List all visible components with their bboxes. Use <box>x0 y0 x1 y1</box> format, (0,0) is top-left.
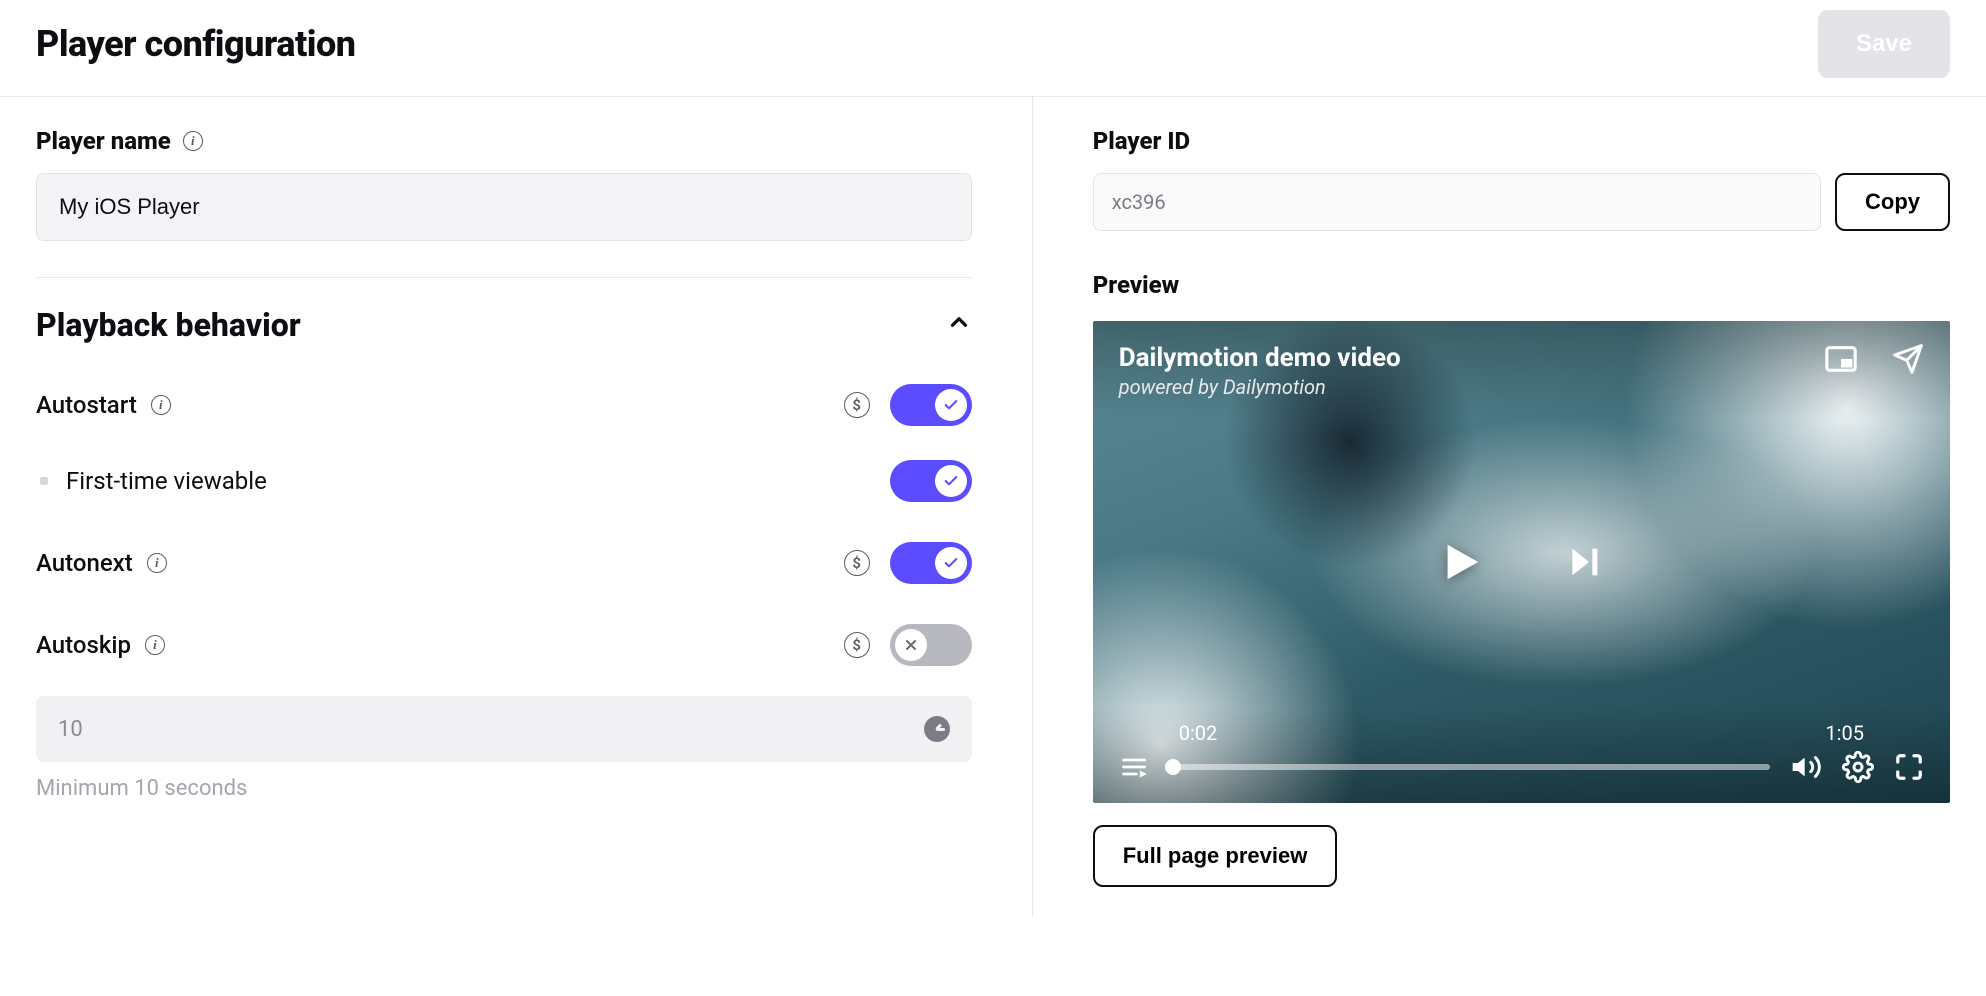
autoskip-label: Autoskip <box>36 631 131 659</box>
preview-label: Preview <box>1093 271 1950 299</box>
row-autonext: Autonext i $ <box>36 542 972 584</box>
chevron-up-icon <box>946 309 972 342</box>
autoskip-hint: Minimum 10 seconds <box>36 776 972 801</box>
save-button[interactable]: Save <box>1818 10 1950 78</box>
bullet-icon <box>40 477 48 485</box>
autoskip-value: 10 <box>58 717 83 742</box>
info-icon[interactable]: i <box>147 553 167 573</box>
autostart-toggle[interactable] <box>890 384 972 426</box>
time-total: 1:05 <box>1825 721 1864 745</box>
page-title: Player configuration <box>36 23 356 65</box>
player-name-input[interactable] <box>59 194 949 220</box>
autonext-label: Autonext <box>36 549 133 577</box>
playback-accordion-head[interactable]: Playback behavior <box>36 306 972 344</box>
clock-icon <box>924 716 950 742</box>
pip-icon[interactable] <box>1824 344 1858 374</box>
playback-title: Playback behavior <box>36 306 301 344</box>
player-name-label: Player name i <box>36 127 972 155</box>
autonext-toggle[interactable] <box>890 542 972 584</box>
divider <box>36 277 972 278</box>
row-autoskip: Autoskip i $ <box>36 624 972 666</box>
player-id-field[interactable]: xc396 <box>1093 173 1821 231</box>
dollar-icon[interactable]: $ <box>844 392 870 418</box>
volume-icon[interactable] <box>1790 751 1822 783</box>
autoskip-seconds-input: 10 <box>36 696 972 762</box>
copy-button[interactable]: Copy <box>1835 173 1950 231</box>
video-title: Dailymotion demo video <box>1119 343 1401 373</box>
progress-bar[interactable] <box>1169 764 1770 770</box>
player-id-label: Player ID <box>1093 127 1950 155</box>
dollar-icon[interactable]: $ <box>844 550 870 576</box>
topbar: Player configuration Save <box>0 0 1986 97</box>
video-subtitle: powered by Dailymotion <box>1119 375 1401 399</box>
firsttime-label: First-time viewable <box>66 467 267 495</box>
player-name-input-wrap <box>36 173 972 241</box>
info-icon[interactable]: i <box>151 395 171 415</box>
autoskip-toggle[interactable] <box>890 624 972 666</box>
playlist-icon[interactable] <box>1119 753 1149 781</box>
dollar-icon[interactable]: $ <box>844 632 870 658</box>
row-firsttime: First-time viewable <box>36 460 972 502</box>
time-current: 0:02 <box>1179 721 1218 745</box>
play-icon[interactable] <box>1438 537 1484 587</box>
firsttime-toggle[interactable] <box>890 460 972 502</box>
autostart-label: Autostart <box>36 391 137 419</box>
row-autostart: Autostart i $ <box>36 384 972 426</box>
video-preview[interactable]: Dailymotion demo video powered by Dailym… <box>1093 321 1950 803</box>
info-icon[interactable]: i <box>145 635 165 655</box>
info-icon[interactable]: i <box>183 131 203 151</box>
settings-icon[interactable] <box>1842 751 1874 783</box>
next-icon[interactable] <box>1564 542 1604 582</box>
share-icon[interactable] <box>1892 343 1924 375</box>
fullscreen-icon[interactable] <box>1894 752 1924 782</box>
fullpage-preview-button[interactable]: Full page preview <box>1093 825 1338 887</box>
